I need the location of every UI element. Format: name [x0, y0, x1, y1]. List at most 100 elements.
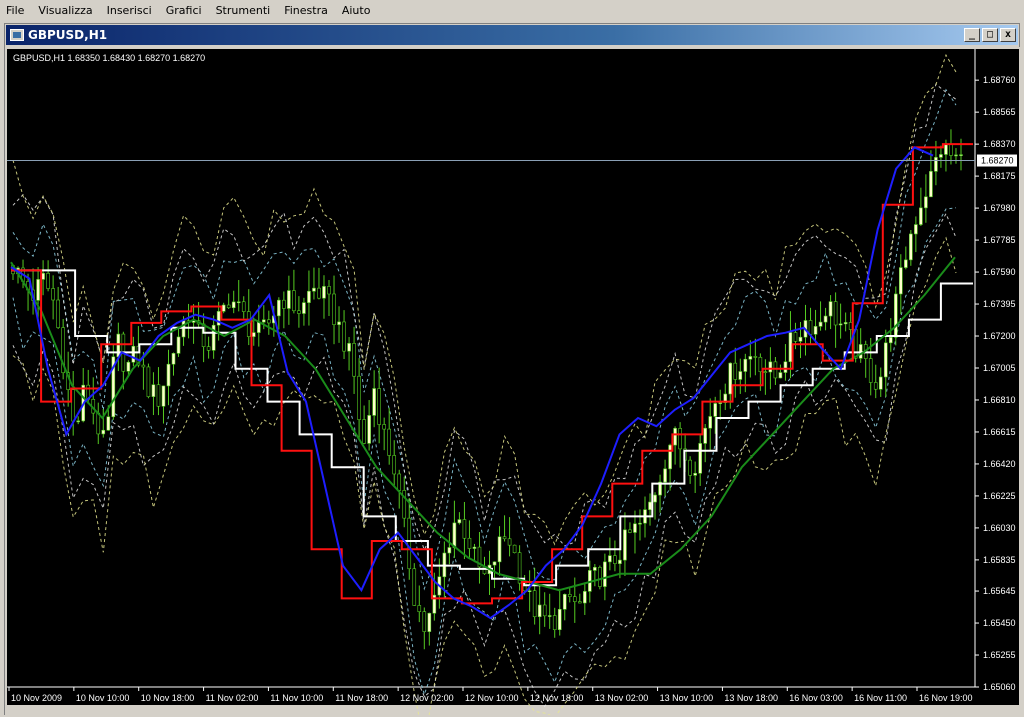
menu-grafici[interactable]: Grafici: [160, 0, 210, 22]
time-tick-label: 13 Nov 02:00: [595, 693, 649, 703]
candle-body: [733, 362, 738, 380]
candle-body: [718, 402, 723, 404]
candle-body: [848, 322, 853, 330]
price-chart[interactable]: 1.68760 1.68565 1.68370 1.68175 1.67980 1.677…: [5, 47, 1021, 715]
menu-finestra[interactable]: Finestra: [278, 0, 336, 22]
candle-body: [693, 472, 697, 476]
menu-strumenti[interactable]: Strumenti: [210, 0, 279, 22]
candle-body: [899, 267, 903, 295]
candle-body: [798, 336, 803, 342]
candle-body: [603, 561, 607, 587]
candle-body: [171, 353, 176, 365]
candle-body: [256, 321, 261, 333]
candle-body: [367, 415, 371, 444]
price-tick-label: 1.67785: [983, 235, 1016, 245]
price-tick-label: 1.67395: [983, 299, 1016, 309]
candle-body: [633, 523, 637, 533]
chart-window-titlebar[interactable]: GBPUSD,H1 _ □ x: [6, 25, 1018, 45]
close-button[interactable]: x: [1000, 28, 1016, 42]
candle-body: [873, 382, 878, 390]
candle-body: [392, 455, 397, 475]
menu-file[interactable]: File: [0, 0, 32, 22]
candle-body: [678, 428, 682, 450]
price-tick-label: 1.65835: [983, 555, 1016, 565]
candle-body: [397, 473, 402, 491]
candle-body: [593, 567, 597, 571]
menu-inserisci[interactable]: Inserisci: [101, 0, 160, 22]
candle-body: [939, 154, 943, 158]
candle-body: [808, 320, 813, 335]
candle-body: [507, 538, 512, 546]
candle-body: [924, 196, 928, 209]
candle-body: [221, 304, 226, 312]
candle-body: [166, 363, 171, 387]
candle-body: [583, 591, 587, 604]
candle-body: [929, 171, 933, 198]
time-tick-label: 11 Nov 02:00: [206, 693, 259, 703]
candle-body: [497, 536, 502, 563]
candle-body: [608, 555, 612, 563]
price-tick-label: 1.66615: [983, 427, 1016, 437]
candle-body: [668, 444, 672, 470]
price-tick-label: 1.68175: [983, 171, 1016, 181]
candle-body: [452, 522, 457, 548]
price-tick-label: 1.66225: [983, 491, 1016, 501]
candle-body: [387, 428, 391, 456]
candle-body: [146, 366, 151, 397]
candle-body: [347, 343, 351, 352]
candle-body: [858, 344, 863, 359]
candle-body: [512, 544, 517, 554]
candle-body: [688, 459, 692, 476]
price-tick-label: 1.68565: [983, 107, 1016, 117]
price-tick-label: 1.67005: [983, 363, 1016, 373]
candle-body: [352, 343, 356, 377]
candle-body: [748, 356, 753, 360]
candle-body: [407, 517, 412, 570]
price-tick-label: 1.68370: [983, 139, 1016, 149]
candle-body: [151, 384, 156, 397]
candle-body: [457, 519, 462, 524]
candle-body: [914, 224, 918, 235]
candle-body: [868, 358, 873, 383]
price-tick-label: 1.67590: [983, 267, 1016, 277]
candle-body: [377, 388, 381, 425]
candle-body: [768, 361, 773, 373]
candle-body: [743, 358, 748, 372]
candle-body: [623, 529, 627, 561]
candle-body: [878, 376, 883, 390]
minimize-button[interactable]: _: [964, 28, 980, 42]
candle-body: [412, 568, 417, 606]
menu-aiuto[interactable]: Aiuto: [336, 0, 379, 22]
candle-body: [56, 299, 60, 328]
candle-body: [101, 429, 106, 435]
candle-body: [838, 323, 843, 326]
candle-body: [823, 315, 828, 323]
price-tick-label: 1.67980: [983, 203, 1016, 213]
time-tick-label: 10 Nov 10:00: [76, 693, 130, 703]
candle-body: [251, 332, 256, 337]
candle-body: [883, 342, 888, 378]
candle-body: [241, 301, 246, 312]
candle-body: [372, 388, 376, 416]
candle-body: [557, 608, 562, 630]
price-tick-label: 1.68760: [983, 75, 1016, 85]
candle-body: [648, 501, 652, 510]
candle-body: [698, 443, 702, 474]
menu-visualizza[interactable]: Visualizza: [32, 0, 100, 22]
candle-body: [547, 615, 552, 617]
candle-body: [783, 361, 788, 373]
candle-body: [472, 546, 477, 549]
candle-body: [307, 290, 311, 303]
candle-body: [427, 612, 432, 632]
candle-body: [778, 372, 783, 379]
candle-body: [71, 389, 75, 422]
candle-body: [638, 522, 642, 525]
candle-body: [708, 416, 713, 429]
candle-body: [572, 596, 577, 602]
maximize-button[interactable]: □: [982, 28, 998, 42]
candle-body: [51, 288, 55, 301]
candle-body: [236, 301, 241, 304]
time-tick-label: 12 Nov 02:00: [400, 693, 454, 703]
candle-body: [297, 310, 301, 314]
candle-body: [382, 424, 386, 430]
